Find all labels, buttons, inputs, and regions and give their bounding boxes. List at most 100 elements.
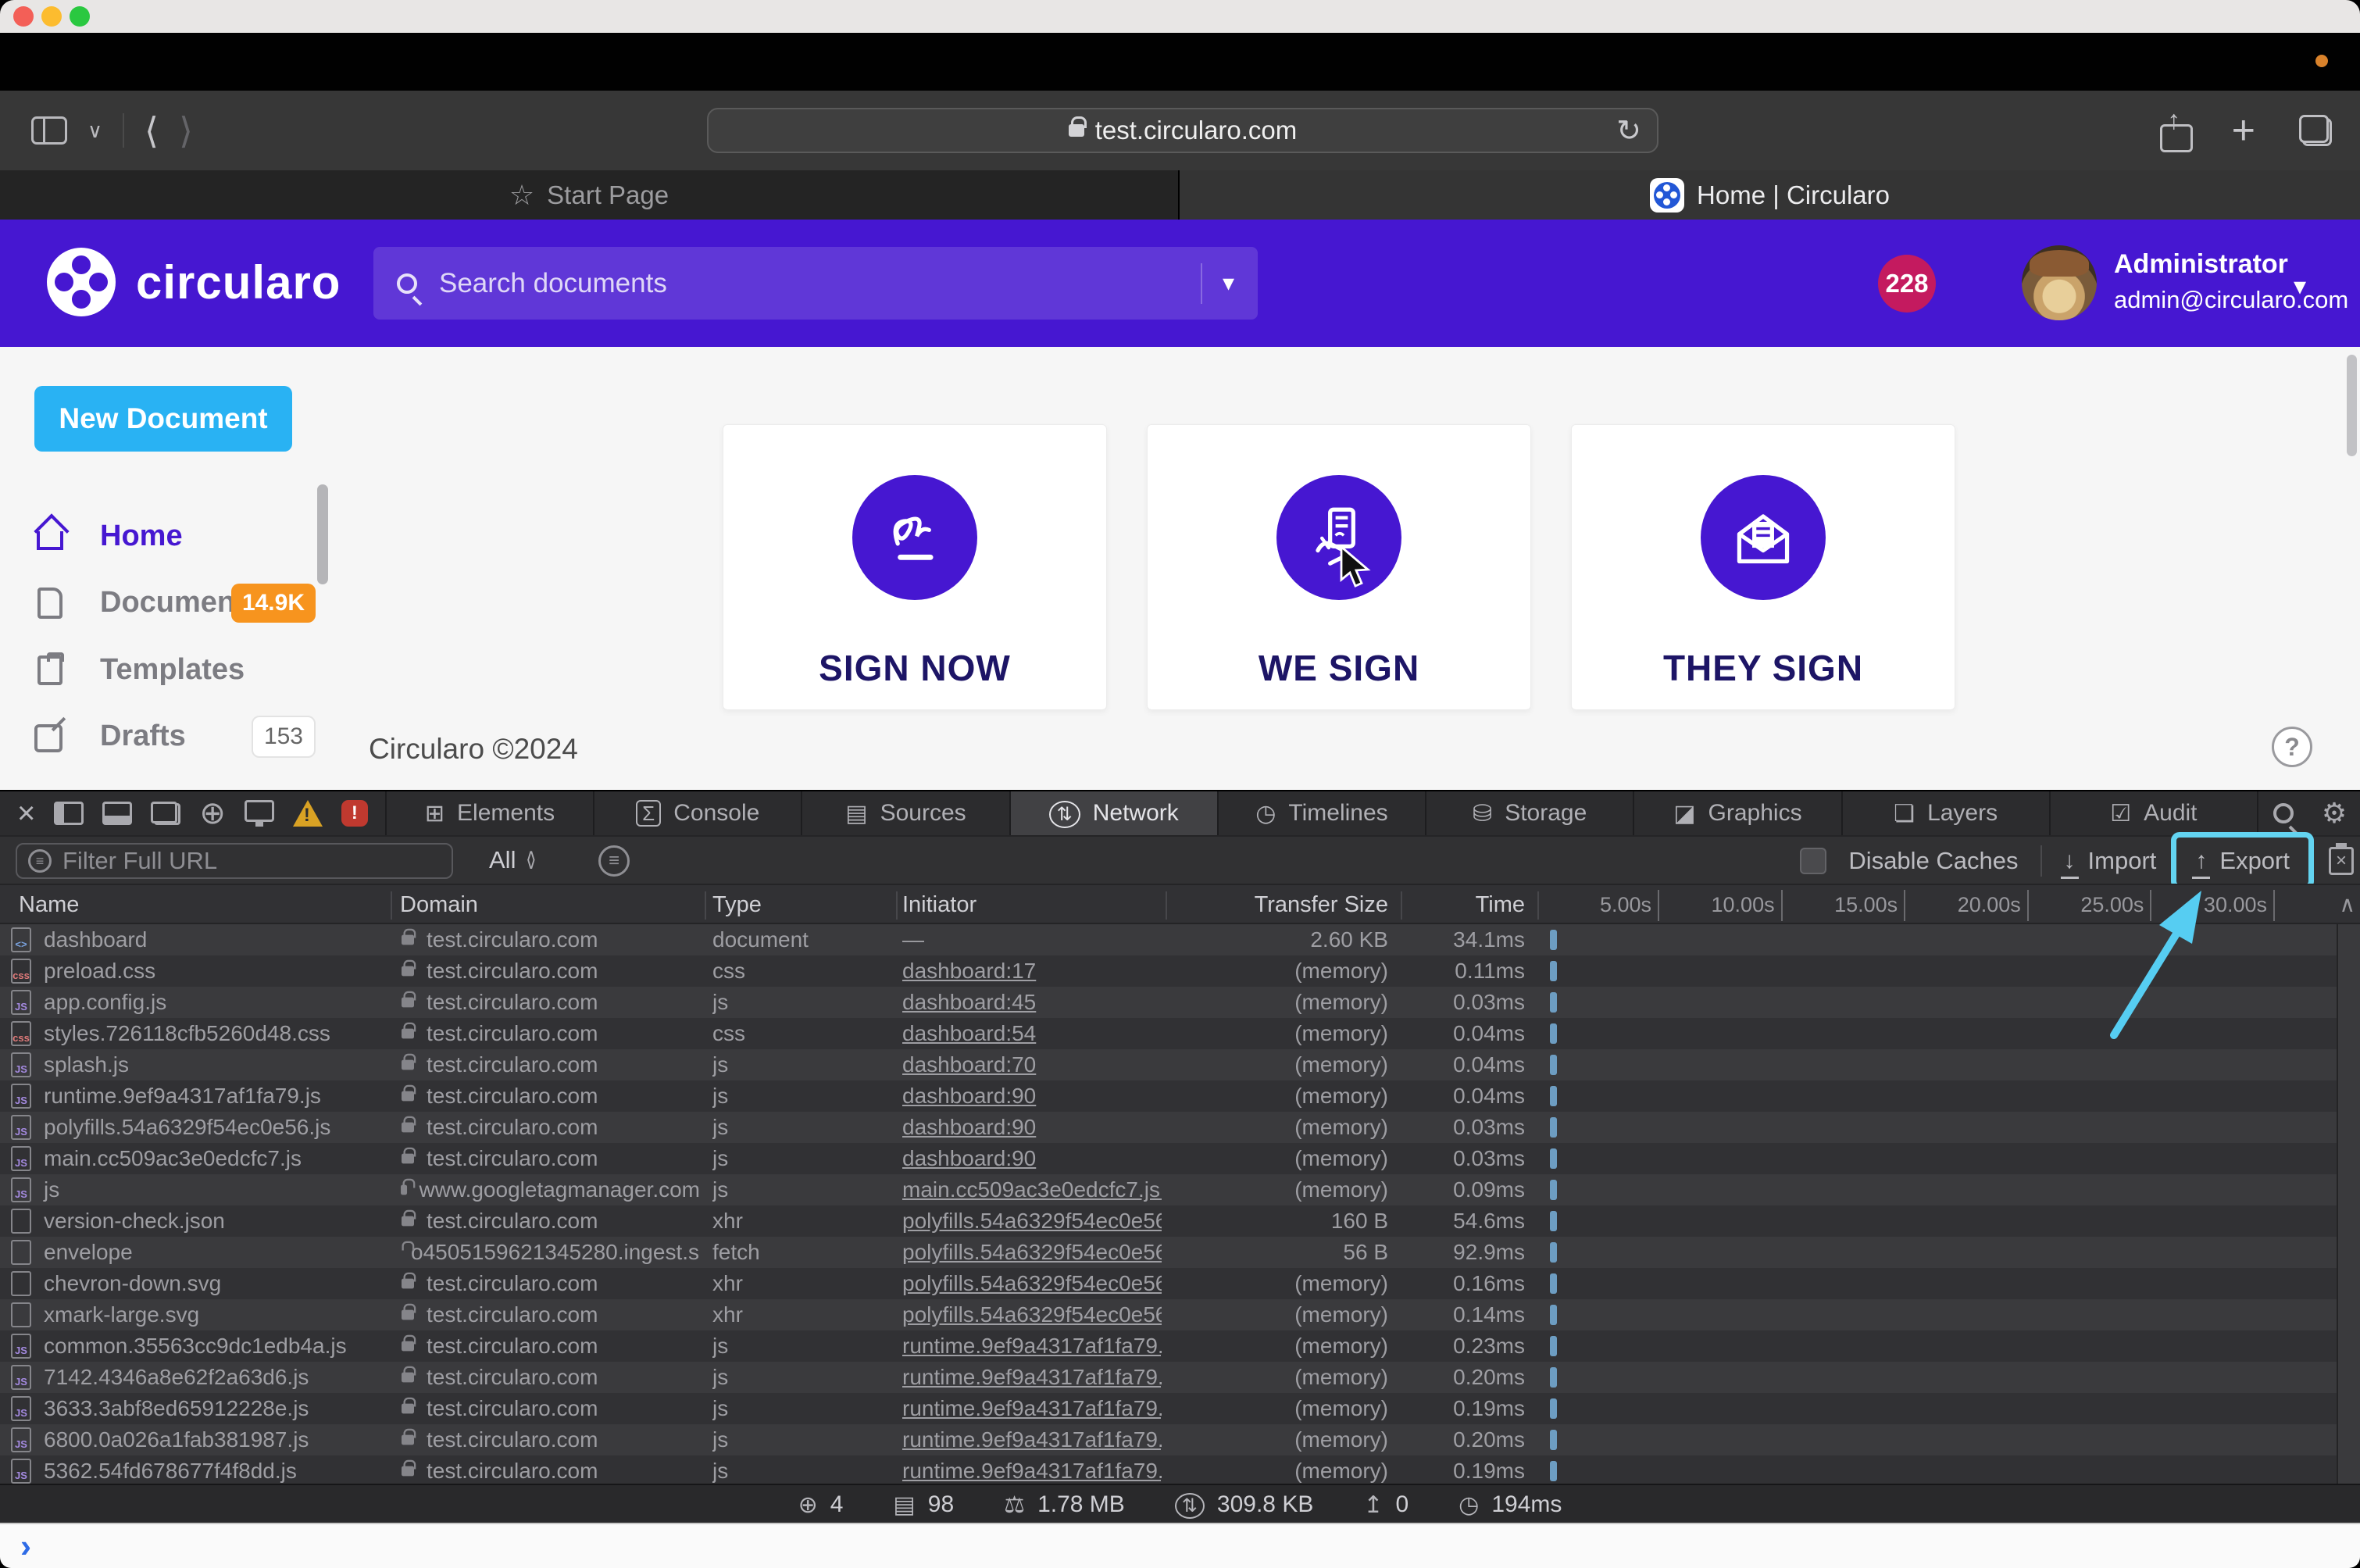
minimize-window-button[interactable] [41,6,62,27]
tabs-overview-icon[interactable] [2298,115,2332,146]
network-request-row[interactable]: chevron-down.svg test.circularo.com xhr … [0,1268,2360,1299]
request-initiator[interactable]: runtime.9ef9a4317af1fa79.js:... [902,1424,1162,1455]
disable-caches-checkbox[interactable] [1800,848,1827,874]
request-initiator[interactable]: polyfills.54a6329f54ec0e56... [902,1205,1162,1237]
tab-home-circularo[interactable]: Home | Circularo [1180,170,2360,220]
console-prompt-strip[interactable]: › [0,1523,2360,1568]
avatar[interactable] [2022,245,2097,320]
request-initiator[interactable]: runtime.9ef9a4317af1fa79.js:... [902,1330,1162,1362]
network-request-row[interactable]: 3633.3abf8ed65912228e.js test.circularo.… [0,1393,2360,1424]
filter-input[interactable] [62,847,441,875]
network-request-row[interactable]: dashboard test.circularo.com document — … [0,924,2360,955]
page-scrollbar-thumb[interactable] [2347,355,2357,456]
sidebar-toggle-icon[interactable] [31,116,67,145]
network-request-row[interactable]: version-check.json test.circularo.com xh… [0,1205,2360,1237]
network-request-row[interactable]: main.cc509ac3e0edcfc7.js test.circularo.… [0,1143,2360,1174]
dock-bottom-icon[interactable] [102,802,133,825]
column-header-name[interactable]: Name [19,885,79,924]
action-card[interactable]: SIGN NOW [723,424,1107,710]
inspector-tab[interactable]: Storage [1425,791,1633,835]
request-initiator[interactable]: main.cc509ac3e0edcfc7.js:1:... [902,1174,1162,1205]
zoom-window-button[interactable] [70,6,90,27]
inspector-tab[interactable]: Sources [801,791,1009,835]
inspector-tab[interactable]: Layers [1841,791,2049,835]
network-request-row[interactable]: 6800.0a026a1fab381987.js test.circularo.… [0,1424,2360,1455]
network-request-row[interactable]: splash.js test.circularo.com js dashboar… [0,1049,2360,1080]
inspector-tab[interactable]: Elements [384,791,593,835]
column-header-time[interactable]: Time [1401,885,1525,924]
device-settings-icon[interactable] [244,800,274,827]
request-initiator[interactable]: runtime.9ef9a4317af1fa79.js:... [902,1362,1162,1393]
tab-start-page[interactable]: ☆ Start Page [0,170,1180,220]
request-initiator[interactable]: polyfills.54a6329f54ec0e56... [902,1268,1162,1299]
column-header-domain[interactable]: Domain [400,885,478,924]
action-card[interactable]: THEY SIGN [1571,424,1955,710]
request-initiator[interactable]: dashboard:90 [902,1112,1162,1143]
network-request-row[interactable]: styles.726118cfb5260d48.css test.circula… [0,1018,2360,1049]
sidebar-scrollbar-thumb[interactable] [317,484,328,584]
sidebar-item[interactable]: Documents 14.9K [34,576,316,630]
errors-icon[interactable]: ! [341,800,368,827]
new-tab-icon[interactable]: + [2232,110,2255,151]
circularo-logo[interactable]: circularo [47,248,341,316]
undock-icon[interactable] [151,802,181,825]
warnings-icon[interactable] [292,800,323,827]
sidebar-item[interactable]: Templates [34,642,316,697]
share-icon[interactable] [2158,105,2193,152]
inspector-tab[interactable]: Graphics [1633,791,1841,835]
network-request-row[interactable]: 5362.54fd678677f4f8dd.js test.circularo.… [0,1455,2360,1484]
request-initiator[interactable]: dashboard:45 [902,987,1162,1018]
column-header-initiator[interactable]: Initiator [902,885,976,924]
search-dropdown-icon[interactable]: ▾ [1223,270,1234,297]
inspector-tab[interactable]: Timelines [1216,791,1425,835]
request-initiator[interactable]: dashboard:17 [902,955,1162,987]
request-initiator[interactable]: runtime.9ef9a4317af1fa79.js:... [902,1393,1162,1424]
request-initiator[interactable]: dashboard:90 [902,1143,1162,1174]
network-request-row[interactable]: 7142.4346a8e62f2a63d6.js test.circularo.… [0,1362,2360,1393]
search-input[interactable] [439,267,1193,299]
scroll-up-icon[interactable]: ∧ [2340,885,2356,924]
resource-scope-select[interactable]: All ∧ ∨ [489,846,537,874]
new-document-button[interactable]: New Document [34,386,292,452]
request-initiator[interactable]: runtime.9ef9a4317af1fa79.js:... [902,1455,1162,1484]
column-header-transfer-size[interactable]: Transfer Size [1166,885,1388,924]
request-initiator[interactable]: polyfills.54a6329f54ec0e56... [902,1299,1162,1330]
request-initiator[interactable]: polyfills.54a6329f54ec0e56... [902,1237,1162,1268]
network-request-row[interactable]: runtime.9ef9a4317af1fa79.js test.circula… [0,1080,2360,1112]
import-button[interactable]: ↓ Import [2060,847,2156,879]
network-request-row[interactable]: common.35563cc9dc1edb4a.js test.circular… [0,1330,2360,1362]
filter-options-button[interactable]: ≡ [598,845,630,877]
element-picker-icon[interactable]: ⊕ [199,798,226,829]
sidebar-item[interactable]: Drafts 153 [34,709,316,764]
inspector-tab[interactable]: Audit [2048,791,2257,835]
export-button[interactable]: ↑ Export [2171,832,2314,890]
reload-icon[interactable]: ↻ [1616,113,1641,148]
network-request-row[interactable]: js www.googletagmanager.com js main.cc50… [0,1174,2360,1205]
help-button[interactable]: ? [2272,727,2312,767]
network-request-row[interactable]: polyfills.54a6329f54ec0e56.js test.circu… [0,1112,2360,1143]
forward-icon[interactable]: ⟩ [179,113,193,148]
url-bar[interactable]: test.circularo.com ↻ [707,108,1658,153]
notification-badge[interactable]: 228 [1878,255,1936,313]
inspector-tab[interactable]: Network [1009,791,1217,835]
column-header-type[interactable]: Type [712,885,762,924]
sidebar-item[interactable]: Home [34,509,316,563]
inspector-search[interactable] [2257,791,2308,835]
user-menu-caret-icon[interactable]: ▾ [2294,271,2306,301]
request-initiator[interactable]: dashboard:54 [902,1018,1162,1049]
request-initiator[interactable]: dashboard:70 [902,1049,1162,1080]
sidebar-chevron-icon[interactable]: ∨ [87,119,102,143]
request-initiator[interactable]: dashboard:90 [902,1080,1162,1112]
network-request-row[interactable]: envelope o4505159621345280.ingest.se... … [0,1237,2360,1268]
clear-network-items-icon[interactable]: × [2329,843,2354,875]
inspector-tab[interactable]: Console [593,791,801,835]
inspector-scrollbar[interactable] [2337,924,2360,1484]
dock-side-icon[interactable] [54,802,84,825]
request-initiator[interactable]: — [902,924,1162,955]
inspector-settings-gear-icon[interactable]: ⚙ [2308,791,2360,835]
action-card[interactable]: WE SIGN [1147,424,1531,710]
close-inspector-icon[interactable]: × [17,798,35,829]
back-icon[interactable]: ⟨ [145,113,159,148]
network-request-row[interactable]: preload.css test.circularo.com css dashb… [0,955,2360,987]
network-request-row[interactable]: xmark-large.svg test.circularo.com xhr p… [0,1299,2360,1330]
